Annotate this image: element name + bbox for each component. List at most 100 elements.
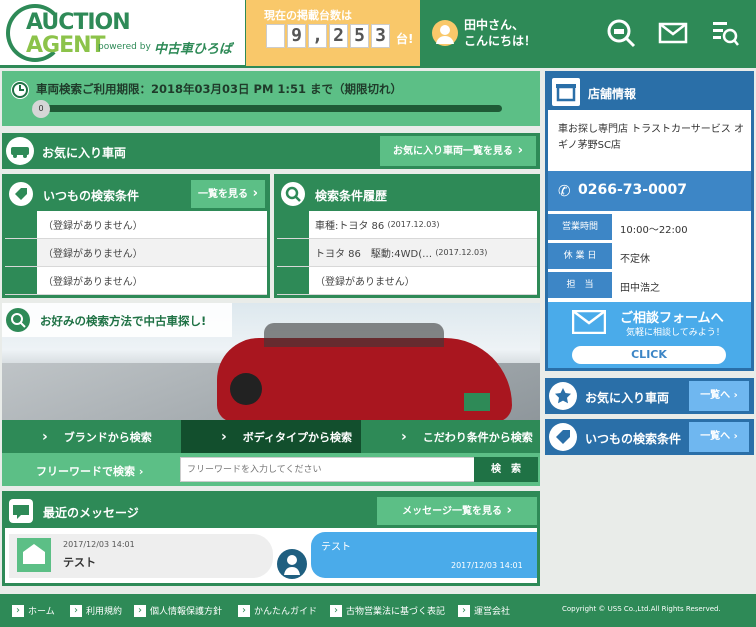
listing-count: 現在の掲載台数は 9 , 2 5 3 台! [246, 0, 420, 66]
side-favorites-button[interactable]: 一覧へ › [689, 381, 749, 411]
chevron-right-icon: › [134, 604, 146, 617]
list-item-text: （登録がありません） [43, 249, 143, 260]
favorites-title: お気に入り車両 [42, 146, 127, 160]
count-digit [266, 24, 285, 48]
side-saved-search-button[interactable]: 一覧へ › [689, 422, 749, 452]
hero-wheel [230, 373, 262, 405]
list-item[interactable]: （登録がありません） [5, 211, 267, 239]
store-icon [552, 78, 580, 106]
copyright: Copyright © USS Co.,Ltd.All Rights Reser… [562, 605, 721, 613]
tag-icon [9, 182, 33, 206]
count-label: 現在の掲載台数は [264, 9, 352, 22]
footer-link[interactable]: › ホーム [12, 604, 55, 617]
staff-avatar-icon [277, 549, 307, 579]
list-item-text: （登録がありません） [43, 221, 143, 232]
logo-line1: AUCTION [26, 10, 131, 35]
favorites-list-button[interactable]: お気に入り車両一覧を見る [380, 136, 536, 166]
history-list: 車種:トヨタ 86 (2017.12.03) トヨタ 86 駆動:4WD(… (… [277, 211, 537, 295]
consult-click-button[interactable]: CLICK [572, 346, 726, 364]
footer-link-text: かんたんガイド [254, 607, 318, 617]
messages-title: 最近のメッセージ [43, 506, 139, 520]
search-button[interactable]: 検 索 [474, 457, 538, 482]
history-search-icon [281, 182, 305, 206]
side-saved-search-button-text: 一覧へ [700, 431, 731, 442]
freeword-row: フリーワードで検索 › 検 索 [2, 453, 540, 486]
tab-brand-search[interactable]: ブランドから検索 [2, 420, 181, 453]
messages-header: 最近のメッセージ メッセージ一覧を見る [5, 494, 537, 528]
envelope-open-icon [17, 538, 51, 572]
list-item-text: （登録がありません） [43, 277, 143, 288]
consult-mail-icon [571, 309, 607, 335]
message-right-bubble[interactable]: テスト 2017/12/03 14:01 [311, 532, 537, 578]
chevron-right-icon: › [238, 604, 250, 617]
message-left-bubble[interactable]: 2017/12/03 14:01 テスト [9, 534, 273, 578]
favorite-star-icon [549, 382, 577, 410]
car-search-icon[interactable] [606, 18, 636, 48]
list-search-icon[interactable] [710, 18, 740, 48]
list-item[interactable]: （登録がありません） [5, 239, 267, 267]
phone-icon: ✆ [558, 182, 571, 200]
count-unit: 台! [396, 32, 414, 46]
store-header: 店舗情報 [548, 74, 751, 110]
footer-link[interactable]: › 個人情報保護方針 [134, 604, 222, 617]
hero-passengers [264, 323, 444, 347]
footer-link[interactable]: › かんたんガイド [238, 604, 317, 617]
tab-detail-search[interactable]: こだわり条件から検索 [361, 420, 540, 453]
history-date: (2017.12.03) [435, 248, 488, 257]
mail-icon[interactable] [658, 18, 688, 48]
footer-link-text: 古物営業法に基づく表記 [346, 607, 446, 617]
speech-bubble-icon [277, 211, 309, 238]
side-tag-icon [549, 423, 577, 451]
side-saved-search-label: いつもの検索条件 [585, 432, 682, 446]
history-header: 検索条件履歴 [277, 177, 537, 211]
list-item[interactable]: （登録がありません） [5, 267, 267, 295]
freeword-label: フリーワードで検索 › [36, 465, 144, 478]
saved-search-panel: いつもの検索条件 一覧を見る （登録がありません） （登録がありません） （登録… [2, 174, 270, 298]
consult-form-banner[interactable]: ご相談フォームへ 気軽に相談してみよう！ CLICK [548, 302, 751, 368]
messages-panel: 最近のメッセージ メッセージ一覧を見る 2017/12/03 14:01 テスト… [2, 491, 540, 586]
store-phone-bar[interactable]: ✆ 0266-73-0007 [548, 171, 751, 211]
footer-link[interactable]: › 運営会社 [458, 604, 510, 617]
footer-link[interactable]: › 利用規約 [70, 604, 122, 617]
chevron-right-icon: › [330, 604, 342, 617]
saved-search-list-button[interactable]: 一覧を見る [191, 180, 265, 208]
expiry-progress-value: 0 [32, 100, 50, 118]
list-item[interactable]: トヨタ 86 駆動:4WD(… (2017.12.03) [277, 239, 537, 267]
expiry-progress-track [32, 105, 502, 112]
footer-link-text: 利用規約 [86, 607, 123, 617]
logo-brand: 中古車ひろば [154, 42, 233, 57]
freeword-input[interactable] [180, 457, 476, 482]
side-favorites-bar: お気に入り車両 一覧へ › [545, 378, 754, 414]
footer-link[interactable]: › 古物営業法に基づく表記 [330, 604, 445, 617]
count-digit: 9 [287, 24, 306, 48]
history-date: (2017.12.03) [387, 220, 440, 229]
logo-powered: powered by [98, 42, 151, 52]
logo[interactable]: AUCTION AGENT powered by 中古車ひろば [0, 0, 245, 68]
chevron-right-icon: › [70, 604, 82, 617]
footer: › ホーム › 利用規約 › 個人情報保護方針 › かんたんガイド › 古物営業法に基づく… [0, 594, 756, 627]
store-details: 営業時間 10:00～22:00 休 業 日 不定休 担 当 田中浩之 [548, 214, 751, 299]
history-text: 車種:トヨタ 86 [315, 221, 385, 232]
list-item[interactable]: （登録がありません） [277, 267, 537, 295]
list-item[interactable]: 車種:トヨタ 86 (2017.12.03) [277, 211, 537, 239]
store-name[interactable]: 車お探し専門店 トラストカーサービス オギノ茅野SC店 [558, 122, 744, 154]
saved-search-list: （登録がありません） （登録がありません） （登録がありません） [5, 211, 267, 295]
holiday-value: 不定休 [620, 254, 650, 265]
car-magnifier-icon [6, 308, 30, 332]
side-saved-search-bar: いつもの検索条件 一覧へ › [545, 419, 754, 455]
staff-label: 担 当 [548, 272, 612, 298]
lock-tag-icon [5, 211, 37, 238]
lock-tag-icon [5, 239, 37, 266]
messages-list-button[interactable]: メッセージ一覧を見る [377, 497, 537, 525]
lock-tag-icon [5, 267, 37, 294]
chevron-right-icon: › [12, 604, 24, 617]
tab-bodytype-search[interactable]: ボディタイプから検索 [181, 420, 361, 453]
search-tabs: ブランドから検索 ボディタイプから検索 こだわり条件から検索 [2, 420, 540, 453]
user-avatar-icon [432, 20, 458, 46]
greeting: 田中さん、 こんにちは！ [464, 17, 536, 49]
search-method-title: お好みの検索方法で中古車探し! [40, 314, 207, 328]
history-text: トヨタ 86 駆動:4WD(… [315, 249, 433, 260]
message-icon [9, 499, 33, 523]
logo-line2: AGENT [26, 33, 106, 58]
side-favorites-button-text: 一覧へ [700, 390, 731, 401]
